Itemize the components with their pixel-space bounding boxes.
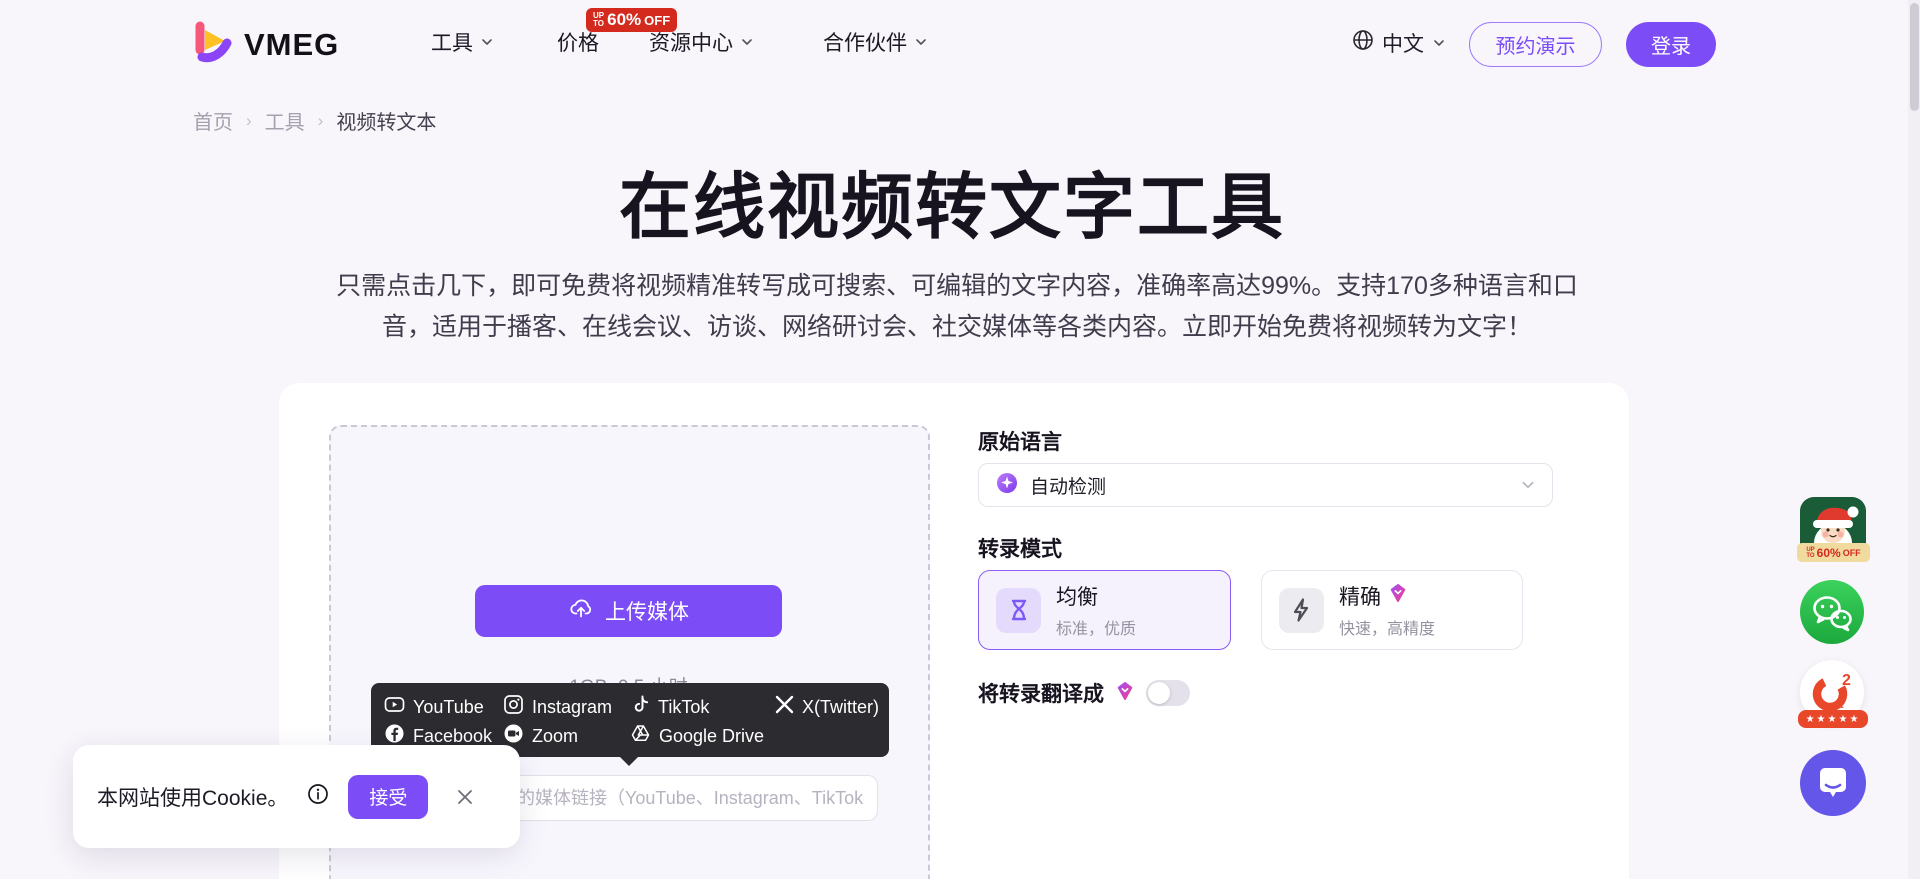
header: VMEG 工具 价格 UP TO 60% OFF 资源中心 合作伙伴 中文 预约… xyxy=(0,0,1920,92)
platform-zoom[interactable]: Zoom xyxy=(503,724,578,747)
g2-reviews-widget[interactable]: 2 ★★★★★ xyxy=(1798,660,1868,728)
chevron-down-icon xyxy=(740,35,754,49)
svg-text:2: 2 xyxy=(1842,672,1851,689)
breadcrumb-current: 视频转文本 xyxy=(336,112,437,134)
chevron-down-icon xyxy=(480,35,494,49)
upload-media-label: 上传媒体 xyxy=(605,601,689,624)
breadcrumb: 首页 › 工具 › 视频转文本 xyxy=(193,106,436,135)
nav-resources-label: 资源中心 xyxy=(649,32,733,55)
logo-text: VMEG xyxy=(244,26,340,62)
g2-stars: ★★★★★ xyxy=(1798,710,1868,728)
wechat-icon xyxy=(1800,580,1864,648)
chat-messenger-widget[interactable] xyxy=(1800,750,1867,821)
translate-toggle[interactable] xyxy=(1146,680,1190,706)
mode-precise-subtitle: 快速，高精度 xyxy=(1339,621,1436,638)
cookie-text: 本网站使用Cookie。 xyxy=(97,786,289,810)
pro-gem-icon xyxy=(1388,583,1408,609)
toggle-knob xyxy=(1148,682,1170,704)
chevron-right-icon: › xyxy=(246,110,252,130)
logo[interactable]: VMEG xyxy=(192,20,339,69)
hourglass-icon xyxy=(996,587,1041,633)
globe-icon xyxy=(1352,29,1374,57)
page-title: 在线视频转文字工具 xyxy=(618,168,1285,248)
youtube-icon xyxy=(384,694,405,720)
chevron-down-icon xyxy=(914,35,928,49)
nav-partners-label: 合作伙伴 xyxy=(823,32,907,55)
platform-tiktok[interactable]: TikTok xyxy=(630,694,709,720)
transcription-mode-label: 转录模式 xyxy=(978,538,1062,561)
x-twitter-icon xyxy=(775,695,794,719)
santa-discount-badge: UP TO 60% OFF xyxy=(1797,543,1870,562)
language-label: 中文 xyxy=(1382,33,1424,56)
translate-row: 将转录翻译成 xyxy=(978,678,1190,708)
wechat-widget[interactable] xyxy=(1800,580,1867,649)
source-language-select[interactable]: 自动检测 xyxy=(978,463,1553,507)
tiktok-icon xyxy=(630,694,650,720)
cookie-banner: 本网站使用Cookie。 接受 xyxy=(73,745,520,848)
chevron-down-icon xyxy=(1520,477,1536,493)
cloud-upload-icon xyxy=(568,595,594,627)
nav-partners[interactable]: 合作伙伴 xyxy=(823,26,928,58)
scrollbar-track[interactable] xyxy=(1908,0,1920,879)
breadcrumb-tools[interactable]: 工具 xyxy=(265,106,305,135)
book-demo-button[interactable]: 预约演示 xyxy=(1469,22,1602,67)
lightning-icon xyxy=(1279,587,1324,633)
close-icon[interactable] xyxy=(455,787,475,807)
mode-precise-title: 精确 xyxy=(1339,586,1381,609)
scrollbar-thumb[interactable] xyxy=(1910,3,1919,111)
vmeg-logo-icon xyxy=(192,20,234,69)
language-selector[interactable]: 中文 xyxy=(1352,28,1446,58)
translate-label: 将转录翻译成 xyxy=(978,683,1104,706)
login-button[interactable]: 登录 xyxy=(1626,22,1716,67)
mode-balanced-subtitle: 标准，优质 xyxy=(1056,621,1137,638)
info-icon[interactable] xyxy=(307,783,329,810)
chat-bubble-icon xyxy=(1800,750,1866,820)
breadcrumb-home[interactable]: 首页 xyxy=(193,106,233,135)
platform-facebook[interactable]: Facebook xyxy=(384,724,492,747)
source-language-label: 原始语言 xyxy=(978,431,1062,454)
platform-instagram[interactable]: Instagram xyxy=(503,694,612,720)
pro-gem-icon xyxy=(1115,681,1135,706)
nav-tools-label: 工具 xyxy=(431,32,473,55)
christmas-promo-widget[interactable]: UP TO 60% OFF xyxy=(1797,497,1870,563)
page-description: 只需点击几下，即可免费将视频精准转写成可搜索、可编辑的文字内容，准确率高达99%… xyxy=(336,272,1578,341)
mode-balanced-title: 均衡 xyxy=(1056,586,1098,609)
platform-youtube[interactable]: YouTube xyxy=(384,696,484,718)
platform-google-drive[interactable]: Google Drive xyxy=(630,725,764,747)
chevron-right-icon: › xyxy=(317,110,324,130)
source-language-value: 自动检测 xyxy=(1030,476,1107,498)
platform-x-twitter[interactable]: X(Twitter) xyxy=(775,695,879,719)
nav-tools[interactable]: 工具 xyxy=(431,26,494,58)
google-drive-icon xyxy=(630,723,651,749)
accept-cookies-button[interactable]: 接受 xyxy=(348,774,429,819)
tooltip-pointer xyxy=(619,756,639,766)
page: VMEG 工具 价格 UP TO 60% OFF 资源中心 合作伙伴 中文 预约… xyxy=(0,0,1920,879)
chevron-down-icon xyxy=(1432,36,1446,50)
mode-precise[interactable]: 精确 快速，高精度 xyxy=(1261,570,1523,650)
upload-media-button[interactable]: 上传媒体 xyxy=(475,585,782,637)
instagram-icon xyxy=(503,694,524,720)
nav-resources[interactable]: 资源中心 xyxy=(649,26,754,58)
mode-balanced[interactable]: 均衡 标准，优质 xyxy=(978,570,1231,650)
auto-detect-sparkle-icon xyxy=(995,471,1019,500)
